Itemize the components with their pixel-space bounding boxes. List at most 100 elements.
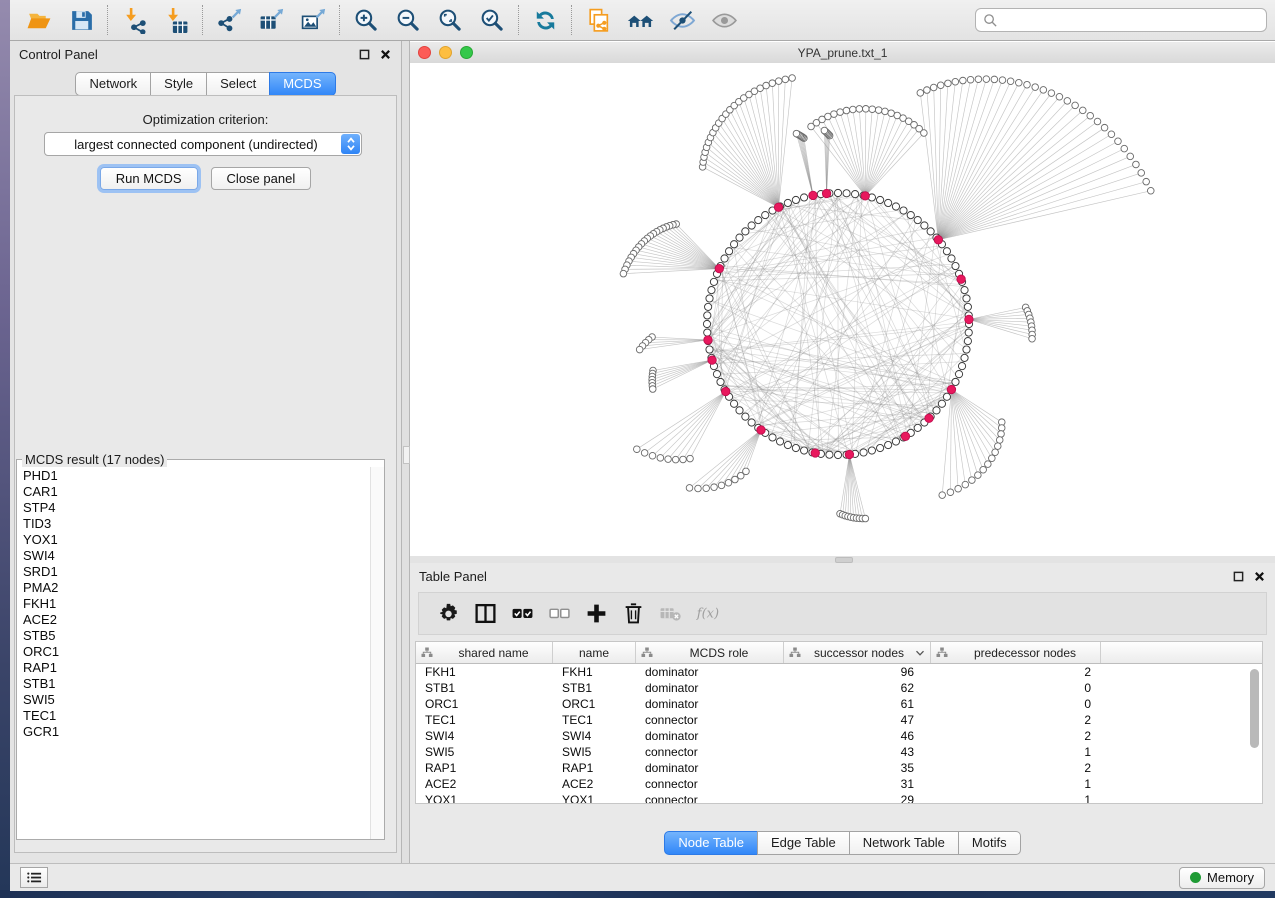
- ring-node[interactable]: [964, 303, 971, 310]
- tab-network[interactable]: Network: [75, 72, 151, 96]
- leaf-node[interactable]: [1032, 84, 1039, 91]
- ring-node[interactable]: [776, 438, 783, 445]
- apply-layout-button[interactable]: [524, 2, 566, 38]
- select-all-checkboxes-button[interactable]: [504, 596, 541, 632]
- table-settings-gear-button[interactable]: [430, 596, 467, 632]
- add-column-button[interactable]: [578, 596, 615, 632]
- mcds-list-scrollbar[interactable]: [370, 467, 384, 839]
- leaf-node[interactable]: [939, 492, 946, 499]
- column-header-predecessor-nodes[interactable]: predecessor nodes: [931, 642, 1101, 663]
- leaf-node[interactable]: [793, 130, 800, 137]
- tab-style[interactable]: Style: [150, 72, 207, 96]
- leaf-node[interactable]: [657, 455, 664, 462]
- import-network-button[interactable]: [113, 2, 155, 38]
- ring-node[interactable]: [713, 371, 720, 378]
- ring-node[interactable]: [792, 444, 799, 451]
- ring-node[interactable]: [703, 320, 710, 327]
- ring-node[interactable]: [877, 196, 884, 203]
- leaf-node[interactable]: [620, 270, 627, 277]
- ring-node[interactable]: [921, 222, 928, 229]
- ring-node[interactable]: [843, 190, 850, 197]
- float-panel-icon[interactable]: [1232, 570, 1245, 583]
- leaf-node[interactable]: [843, 107, 850, 114]
- mcds-result-node[interactable]: YOX1: [17, 532, 371, 548]
- mcds-result-node[interactable]: GCR1: [17, 724, 371, 740]
- mcds-result-node[interactable]: SWI5: [17, 692, 371, 708]
- ring-node[interactable]: [961, 354, 968, 361]
- ring-node[interactable]: [938, 400, 945, 407]
- mcds-result-node[interactable]: STB1: [17, 676, 371, 692]
- leaf-node[interactable]: [975, 76, 982, 83]
- ring-node[interactable]: [748, 222, 755, 229]
- ring-node[interactable]: [710, 278, 717, 285]
- leaf-node[interactable]: [1024, 81, 1031, 88]
- leaf-node[interactable]: [831, 111, 838, 118]
- table-row[interactable]: SWI5SWI5connector431: [416, 744, 1262, 760]
- leaf-node[interactable]: [1064, 98, 1071, 105]
- tab-select[interactable]: Select: [206, 72, 270, 96]
- mcds-result-node[interactable]: CAR1: [17, 484, 371, 500]
- run-mcds-button[interactable]: Run MCDS: [100, 167, 198, 190]
- leaf-node[interactable]: [789, 75, 796, 82]
- tab-mcds[interactable]: MCDS: [269, 72, 335, 96]
- ring-node[interactable]: [963, 295, 970, 302]
- close-panel-icon[interactable]: [379, 48, 392, 61]
- leaf-node[interactable]: [998, 431, 1005, 438]
- leaf-node[interactable]: [882, 108, 889, 115]
- table-row[interactable]: STB1STB1dominator620: [416, 680, 1262, 696]
- ring-node[interactable]: [762, 211, 769, 218]
- network-canvas[interactable]: [410, 63, 1275, 556]
- ring-node[interactable]: [721, 255, 728, 262]
- ring-node[interactable]: [961, 286, 968, 293]
- ring-node[interactable]: [860, 449, 867, 456]
- ring-node[interactable]: [730, 241, 737, 248]
- ring-node[interactable]: [933, 407, 940, 414]
- table-row[interactable]: YOX1YOX1connector291: [416, 792, 1262, 804]
- export-image-button[interactable]: [292, 2, 334, 38]
- ring-node[interactable]: [907, 211, 914, 218]
- mcds-result-node[interactable]: SWI4: [17, 548, 371, 564]
- leaf-node[interactable]: [665, 456, 672, 463]
- dominator-node[interactable]: [704, 336, 712, 344]
- leaf-node[interactable]: [687, 455, 694, 462]
- dominator-node[interactable]: [901, 432, 909, 440]
- ring-node[interactable]: [704, 329, 711, 336]
- leaf-node[interactable]: [1121, 145, 1128, 152]
- leaf-node[interactable]: [1040, 87, 1047, 94]
- dominator-node[interactable]: [861, 192, 869, 200]
- leaf-node[interactable]: [737, 472, 744, 479]
- leaf-node[interactable]: [862, 106, 869, 113]
- leaf-node[interactable]: [1056, 93, 1063, 100]
- mcds-result-node[interactable]: STB5: [17, 628, 371, 644]
- export-network-button[interactable]: [208, 2, 250, 38]
- leaf-node[interactable]: [924, 87, 931, 94]
- optimization-criterion-select[interactable]: largest connected component (undirected): [44, 132, 362, 156]
- ring-node[interactable]: [958, 363, 965, 370]
- leaf-node[interactable]: [718, 482, 725, 489]
- leaf-node[interactable]: [782, 76, 789, 83]
- chevron-down-icon[interactable]: [915, 649, 925, 657]
- leaf-node[interactable]: [994, 443, 1001, 450]
- leaf-node[interactable]: [930, 84, 937, 91]
- leaf-node[interactable]: [1143, 178, 1150, 185]
- ring-node[interactable]: [834, 451, 841, 458]
- tab-node-table[interactable]: Node Table: [664, 831, 758, 855]
- network-graph[interactable]: [410, 63, 1275, 556]
- leaf-node[interactable]: [937, 82, 944, 89]
- leaf-node[interactable]: [1029, 335, 1036, 342]
- zoom-selected-button[interactable]: [471, 2, 513, 38]
- ring-node[interactable]: [952, 262, 959, 269]
- zoom-in-button[interactable]: [345, 2, 387, 38]
- leaf-node[interactable]: [1072, 102, 1079, 109]
- leaf-node[interactable]: [1115, 138, 1122, 145]
- dominator-node[interactable]: [845, 450, 853, 458]
- leaf-node[interactable]: [850, 106, 857, 113]
- leaf-node[interactable]: [649, 452, 656, 459]
- leaf-node[interactable]: [1007, 78, 1014, 85]
- ring-node[interactable]: [800, 447, 807, 454]
- dominator-node[interactable]: [925, 414, 933, 422]
- ring-node[interactable]: [914, 424, 921, 431]
- ring-node[interactable]: [736, 234, 743, 241]
- tab-motifs[interactable]: Motifs: [958, 831, 1021, 855]
- mcds-result-node[interactable]: SRD1: [17, 564, 371, 580]
